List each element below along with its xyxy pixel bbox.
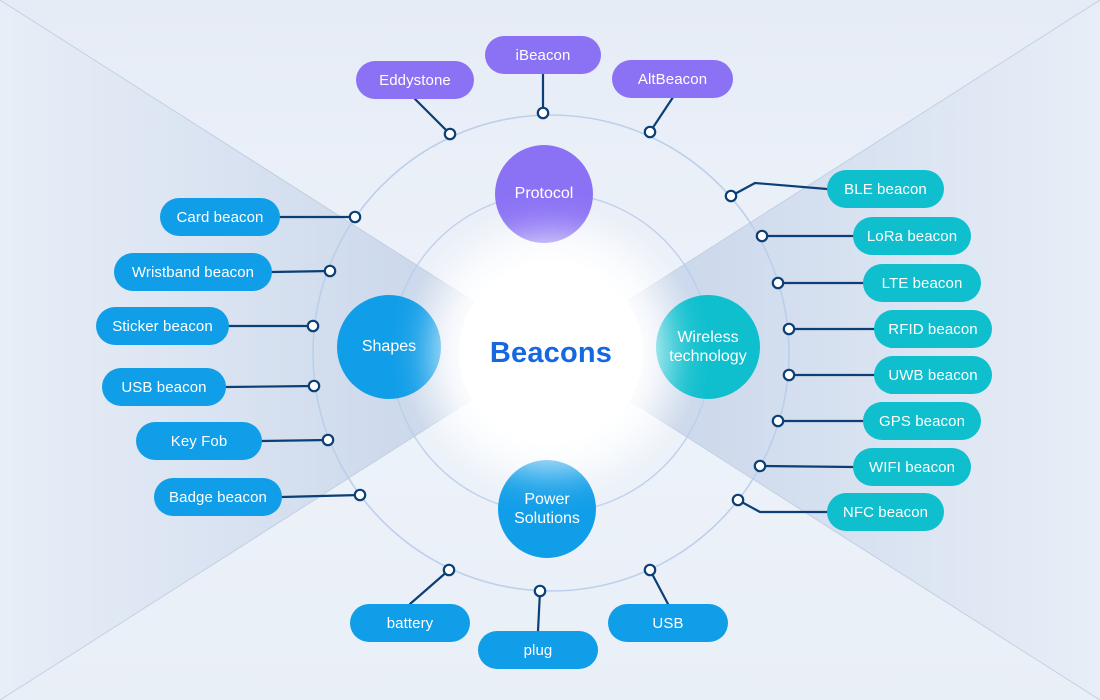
leaf-label: WIFI beacon	[868, 458, 956, 476]
leaf-label: Key Fob	[170, 432, 228, 450]
leaf-label: USB beacon	[121, 378, 207, 396]
leaf-label: plug	[523, 641, 553, 659]
branch-node-wireless[interactable]: Wireless technology	[656, 295, 760, 399]
leaf-node[interactable]: Key Fob	[136, 422, 262, 460]
branch-node-shapes[interactable]: Shapes	[337, 295, 441, 399]
mindmap-canvas: Protocol Eddystone iBeacon AltBeacon Shapes C…	[0, 0, 1100, 700]
branch-label: Power Solutions	[514, 490, 580, 527]
leaf-label: Eddystone	[379, 71, 451, 89]
core-label: Beacons	[489, 336, 613, 369]
leaf-node[interactable]: RFID beacon	[874, 310, 992, 348]
leaf-node[interactable]: plug	[478, 631, 598, 669]
leaf-node[interactable]: GPS beacon	[863, 402, 981, 440]
leaf-label: RFID beacon	[888, 320, 978, 338]
leaf-node[interactable]: LTE beacon	[863, 264, 981, 302]
leaf-node[interactable]: Wristband beacon	[114, 253, 272, 291]
leaf-node[interactable]: USB beacon	[102, 368, 226, 406]
leaf-node[interactable]: NFC beacon	[827, 493, 944, 531]
leaf-label: UWB beacon	[888, 366, 978, 384]
leaf-label: iBeacon	[515, 46, 571, 64]
leaf-node[interactable]: USB	[608, 604, 728, 642]
leaf-node[interactable]: WIFI beacon	[853, 448, 971, 486]
branch-node-protocol[interactable]: Protocol	[495, 145, 593, 243]
branch-node-power[interactable]: Power Solutions	[498, 460, 596, 558]
leaf-label: GPS beacon	[878, 412, 966, 430]
leaf-label: battery	[386, 614, 434, 632]
leaf-label: BLE beacon	[844, 180, 927, 198]
leaf-node[interactable]: iBeacon	[485, 36, 601, 74]
leaf-node[interactable]: AltBeacon	[612, 60, 733, 98]
branch-label: Wireless technology	[669, 328, 747, 365]
leaf-node[interactable]: battery	[350, 604, 470, 642]
leaf-node[interactable]: UWB beacon	[874, 356, 992, 394]
leaf-node[interactable]: Sticker beacon	[96, 307, 229, 345]
branch-label: Protocol	[514, 185, 574, 203]
leaf-node[interactable]: Badge beacon	[154, 478, 282, 516]
leaf-label: LTE beacon	[881, 274, 963, 292]
leaf-label: LoRa beacon	[866, 227, 958, 245]
core-node[interactable]: Beacons	[459, 261, 643, 445]
leaf-label: AltBeacon	[637, 70, 708, 88]
leaf-node[interactable]: Eddystone	[356, 61, 474, 99]
leaf-label: Wristband beacon	[131, 263, 255, 281]
leaf-label: Card beacon	[176, 208, 264, 226]
leaf-label: USB	[652, 614, 684, 632]
branch-label: Shapes	[361, 338, 417, 356]
leaf-node[interactable]: Card beacon	[160, 198, 280, 236]
leaf-label: Badge beacon	[169, 488, 267, 506]
leaf-label: Sticker beacon	[112, 317, 213, 335]
leaf-node[interactable]: LoRa beacon	[853, 217, 971, 255]
leaf-node[interactable]: BLE beacon	[827, 170, 944, 208]
leaf-label: NFC beacon	[842, 503, 929, 521]
